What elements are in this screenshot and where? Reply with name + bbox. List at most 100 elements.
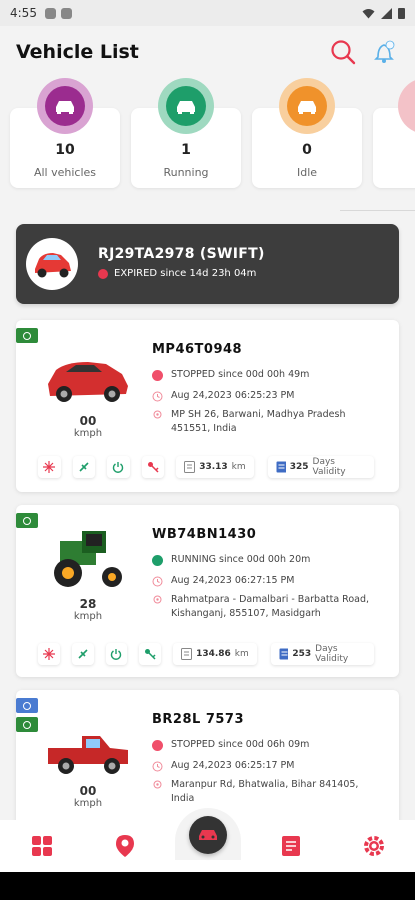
scroll-divider bbox=[340, 210, 415, 211]
key-icon bbox=[147, 462, 159, 473]
power-icon bbox=[111, 649, 122, 660]
app-notification-icon bbox=[44, 7, 56, 19]
update-time: Aug 24,2023 06:25:23 PM bbox=[171, 390, 295, 401]
signal-icon bbox=[381, 7, 392, 19]
status-text: RUNNING since 00d 00h 20m bbox=[171, 554, 311, 565]
indian-flag-icon bbox=[16, 513, 38, 528]
vehicle-plate: WB74BN1430 bbox=[152, 527, 257, 542]
status-text: STOPPED since 00d 06h 09m bbox=[171, 739, 310, 750]
satellite-icon bbox=[79, 462, 89, 472]
vehicle-avatar bbox=[26, 238, 78, 290]
validity-label: Days Validity bbox=[315, 644, 349, 664]
share-button[interactable] bbox=[72, 456, 96, 478]
clock-icon bbox=[152, 391, 163, 402]
running-status-dot bbox=[152, 555, 163, 566]
location-pin-icon bbox=[153, 410, 162, 419]
calendar-icon bbox=[279, 648, 289, 660]
red-car-icon bbox=[35, 253, 71, 278]
nav-reports[interactable] bbox=[273, 828, 309, 864]
address-text: Rahmatpara - Damalbari - Barbatta Road, … bbox=[171, 594, 370, 619]
dashboard-grid-icon bbox=[31, 836, 52, 856]
report-icon bbox=[281, 836, 300, 856]
share-button[interactable] bbox=[71, 643, 94, 665]
nav-vehicles[interactable] bbox=[189, 816, 227, 854]
address-text: Maranpur Rd, Bhatwalia, Bihar 841405, In… bbox=[171, 779, 359, 804]
nav-dashboard[interactable] bbox=[24, 828, 60, 864]
ignition-button[interactable] bbox=[141, 456, 165, 478]
page-title: Vehicle List bbox=[16, 41, 139, 63]
power-button[interactable] bbox=[105, 643, 128, 665]
nav-map[interactable] bbox=[107, 828, 143, 864]
bell-icon bbox=[374, 40, 395, 63]
power-icon bbox=[113, 462, 124, 473]
snowflake-icon bbox=[43, 461, 56, 473]
stopped-status-dot bbox=[152, 370, 163, 381]
ignition-button[interactable] bbox=[139, 643, 162, 665]
location-pin-icon bbox=[153, 780, 162, 789]
pickup-truck-icon bbox=[48, 736, 128, 774]
indian-flag-icon bbox=[16, 717, 38, 732]
notifications-button[interactable] bbox=[371, 38, 399, 66]
clock-icon bbox=[152, 576, 163, 587]
search-button[interactable] bbox=[329, 38, 357, 66]
speed-unit: kmph bbox=[73, 611, 103, 622]
car-icon bbox=[199, 830, 217, 840]
stat-label-all: All vehicles bbox=[33, 166, 97, 179]
stat-count-all: 10 bbox=[55, 142, 75, 158]
nav-settings[interactable] bbox=[356, 828, 392, 864]
status-row: STOPPED since 00d 00h 49m bbox=[152, 368, 382, 382]
wifi-icon bbox=[362, 8, 375, 18]
app-header: Vehicle List bbox=[0, 26, 415, 78]
all-vehicles-icon bbox=[37, 78, 93, 134]
vehicle-plate: BR28L 7573 bbox=[152, 712, 245, 727]
validity-chip[interactable]: 253 Days Validity bbox=[270, 643, 374, 665]
system-navigation-bar bbox=[0, 872, 415, 900]
update-time: Aug 24,2023 06:25:17 PM bbox=[171, 760, 295, 771]
satellite-icon bbox=[78, 649, 88, 659]
key-icon bbox=[145, 649, 156, 660]
gear-icon bbox=[363, 836, 384, 856]
banner-plate: RJ29TA2978 (SWIFT) bbox=[98, 246, 265, 262]
banner-status-text: EXPIRED since 14d 23h 04m bbox=[114, 268, 257, 279]
status-time: 4:55 bbox=[10, 6, 37, 20]
distance-unit: km bbox=[231, 462, 246, 472]
car-icon bbox=[56, 101, 74, 114]
car-icon bbox=[298, 101, 316, 114]
status-row: RUNNING since 00d 00h 20m bbox=[152, 553, 382, 567]
speed-unit: kmph bbox=[73, 428, 103, 439]
vehicle-card[interactable]: 00 kmph MP46T0948 STOPPED since 00d 00h … bbox=[16, 320, 399, 492]
status-summary: 10 All vehicles 1 Running 0 Idle bbox=[0, 78, 415, 198]
clock-icon bbox=[152, 761, 163, 772]
address-row: MP SH 26, Barwani, Madhya Pradesh 451551… bbox=[152, 408, 382, 436]
speed-value: 28 bbox=[79, 597, 97, 611]
blue-flag-icon bbox=[16, 698, 38, 713]
stopped-status-dot bbox=[152, 740, 163, 751]
distance-value: 33.13 bbox=[199, 462, 228, 472]
validity-chip[interactable]: 325 Days Validity bbox=[267, 456, 374, 478]
speed-value: 00 bbox=[79, 784, 97, 798]
location-pin-icon bbox=[153, 595, 162, 604]
immobilize-button[interactable] bbox=[38, 456, 61, 478]
map-pin-icon bbox=[115, 835, 134, 857]
expired-status-dot bbox=[98, 268, 108, 279]
immobilize-button[interactable] bbox=[38, 643, 60, 665]
speed-unit: kmph bbox=[73, 798, 103, 809]
odometer-chip[interactable]: 134.86 km bbox=[173, 643, 257, 665]
distance-unit: km bbox=[234, 649, 249, 659]
status-row: STOPPED since 00d 06h 09m bbox=[152, 738, 382, 752]
validity-days: 253 bbox=[292, 649, 312, 659]
time-row: Aug 24,2023 06:27:15 PM bbox=[152, 574, 382, 588]
expired-vehicle-banner[interactable]: RJ29TA2978 (SWIFT) EXPIRED since 14d 23h… bbox=[16, 224, 399, 304]
time-row: Aug 24,2023 06:25:17 PM bbox=[152, 759, 382, 773]
vehicle-plate: MP46T0948 bbox=[152, 342, 243, 357]
power-button[interactable] bbox=[107, 456, 130, 478]
address-row: Maranpur Rd, Bhatwalia, Bihar 841405, In… bbox=[152, 778, 382, 806]
vehicle-card[interactable]: 28 kmph WB74BN1430 RUNNING since 00d 00h… bbox=[16, 505, 399, 677]
document-icon bbox=[181, 648, 193, 660]
search-icon bbox=[331, 40, 356, 65]
car-icon bbox=[177, 101, 195, 114]
status-text: STOPPED since 00d 00h 49m bbox=[171, 369, 310, 380]
idle-icon bbox=[279, 78, 335, 134]
distance-value: 134.86 bbox=[196, 649, 231, 659]
odometer-chip[interactable]: 33.13 km bbox=[176, 456, 254, 478]
